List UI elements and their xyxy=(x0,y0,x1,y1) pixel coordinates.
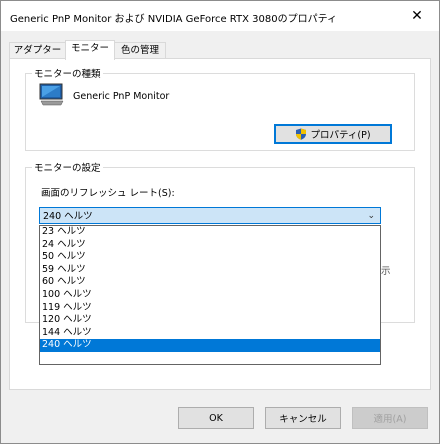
chevron-down-icon: ⌄ xyxy=(367,211,375,221)
apply-button[interactable]: 適用(A) xyxy=(352,407,428,429)
monitor-settings-label: モニターの設定 xyxy=(32,160,103,174)
monitor-name: Generic PnP Monitor xyxy=(73,91,170,102)
refresh-option[interactable]: 50 ヘルツ xyxy=(40,251,380,264)
monitor-icon xyxy=(39,83,65,107)
refresh-rate-value: 240 ヘルツ xyxy=(43,211,93,222)
refresh-option[interactable]: 24 ヘルツ xyxy=(40,239,380,252)
tab-monitor[interactable]: モニター xyxy=(65,40,115,60)
partially-hidden-text: 示 xyxy=(381,266,391,277)
refresh-option-selected[interactable]: 240 ヘルツ xyxy=(40,339,380,352)
tab-color-management[interactable]: 色の管理 xyxy=(114,42,166,59)
refresh-option[interactable]: 23 ヘルツ xyxy=(40,226,380,239)
refresh-rate-dropdown: 23 ヘルツ 24 ヘルツ 50 ヘルツ 59 ヘルツ 60 ヘルツ 100 ヘ… xyxy=(39,225,381,365)
properties-button[interactable]: プロパティ(P) xyxy=(274,124,392,144)
refresh-rate-select[interactable]: 240 ヘルツ ⌄ xyxy=(39,207,381,224)
refresh-option[interactable]: 100 ヘルツ xyxy=(40,289,380,302)
refresh-option[interactable]: 60 ヘルツ xyxy=(40,276,380,289)
monitor-type-label: モニターの種類 xyxy=(32,66,103,80)
refresh-rate-label: 画面のリフレッシュ レート(S): xyxy=(41,188,175,199)
tab-adapter[interactable]: アダプター xyxy=(9,42,66,59)
refresh-option[interactable]: 119 ヘルツ xyxy=(40,302,380,315)
refresh-option[interactable]: 120 ヘルツ xyxy=(40,314,380,327)
refresh-option[interactable]: 144 ヘルツ xyxy=(40,327,380,340)
refresh-option[interactable]: 59 ヘルツ xyxy=(40,264,380,277)
close-button[interactable]: ✕ xyxy=(395,1,439,31)
close-icon: ✕ xyxy=(411,8,423,24)
cancel-button[interactable]: キャンセル xyxy=(265,407,341,429)
window-title: Generic PnP Monitor および NVIDIA GeForce R… xyxy=(10,14,338,25)
title-bar: Generic PnP Monitor および NVIDIA GeForce R… xyxy=(1,1,439,31)
properties-dialog: Generic PnP Monitor および NVIDIA GeForce R… xyxy=(0,0,440,444)
ok-button[interactable]: OK xyxy=(178,407,254,429)
shield-icon xyxy=(295,128,307,140)
properties-button-label: プロパティ(P) xyxy=(310,130,371,141)
